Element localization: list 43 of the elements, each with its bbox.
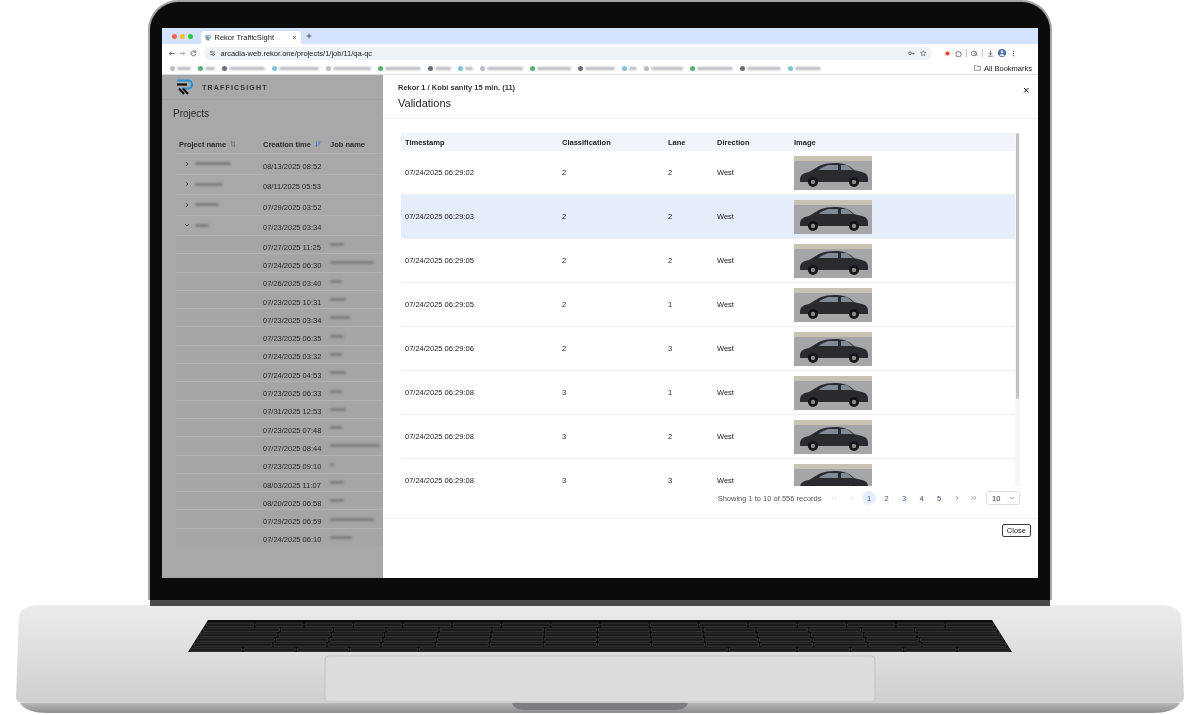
more-menu-icon[interactable] bbox=[1010, 49, 1017, 57]
blurred-text bbox=[195, 203, 219, 207]
blurred-bookmark[interactable] bbox=[690, 65, 733, 71]
blurred-bookmark[interactable] bbox=[530, 65, 571, 71]
blurred-bookmark[interactable] bbox=[222, 65, 265, 71]
logo-icon bbox=[176, 79, 196, 95]
close-window-icon[interactable] bbox=[171, 33, 177, 39]
sort-descending-icon[interactable] bbox=[314, 141, 321, 147]
reload-icon[interactable] bbox=[190, 49, 197, 57]
chevron-right-icon[interactable] bbox=[184, 201, 190, 208]
blurred-bookmark[interactable] bbox=[740, 65, 781, 71]
minimize-window-icon[interactable] bbox=[179, 33, 185, 39]
blurred-bookmark[interactable] bbox=[578, 65, 615, 71]
blurred-bookmark[interactable] bbox=[428, 65, 451, 71]
chevron-right-icon[interactable] bbox=[184, 160, 190, 167]
blurred-text bbox=[195, 223, 209, 227]
forward-arrow-icon[interactable] bbox=[179, 49, 186, 57]
chevron-right-icon[interactable] bbox=[184, 181, 190, 188]
record-icon[interactable] bbox=[944, 49, 951, 57]
back-arrow-icon[interactable] bbox=[168, 49, 175, 57]
blurred-text bbox=[195, 182, 223, 186]
drawer-title: Validations bbox=[398, 97, 452, 109]
new-tab-icon[interactable] bbox=[305, 33, 312, 39]
avatar-icon[interactable] bbox=[998, 49, 1006, 57]
blurred-text bbox=[195, 162, 231, 166]
maximize-window-icon[interactable] bbox=[187, 33, 193, 39]
sort-icon[interactable] bbox=[230, 141, 237, 147]
tab-search-icon[interactable] bbox=[971, 49, 978, 57]
chevron-down-icon[interactable] bbox=[184, 222, 190, 229]
star-icon[interactable] bbox=[919, 49, 926, 57]
close-icon[interactable] bbox=[1022, 87, 1029, 94]
close-icon[interactable] bbox=[291, 35, 297, 40]
site-settings-icon[interactable] bbox=[209, 49, 216, 57]
folder-icon bbox=[974, 65, 982, 71]
scrollbar[interactable] bbox=[1016, 133, 1019, 399]
key-icon[interactable] bbox=[908, 49, 915, 57]
puzzle-icon[interactable] bbox=[955, 49, 962, 57]
blurred-bookmark[interactable] bbox=[378, 65, 421, 71]
logo-icon bbox=[204, 34, 212, 41]
blurred-bookmark[interactable] bbox=[198, 65, 215, 71]
chevron-down-icon bbox=[1009, 495, 1015, 501]
page-title: Projects bbox=[172, 107, 211, 119]
download-icon[interactable] bbox=[987, 49, 994, 57]
